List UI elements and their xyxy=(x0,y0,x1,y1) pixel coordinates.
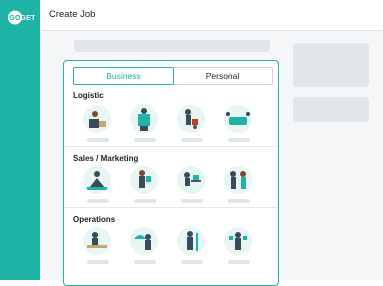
cleaner-icon xyxy=(187,231,198,251)
job-label-placeholder xyxy=(228,199,250,203)
section-title-logistic: Logistic xyxy=(73,91,104,100)
placeholder-panel-top xyxy=(293,43,369,87)
job-label-placeholder xyxy=(87,199,109,203)
job-option-flyer[interactable] xyxy=(130,166,160,206)
sidebar: GO GET xyxy=(0,0,40,280)
top-bar: Create Job xyxy=(40,0,383,31)
flyer-distributor-icon xyxy=(139,170,151,188)
sofa-movers-icon xyxy=(226,112,250,125)
section-title-sales: Sales / Marketing xyxy=(73,154,139,163)
job-option-waiter[interactable] xyxy=(224,227,254,267)
gogét-logo-icon: GO GET xyxy=(8,10,35,25)
job-option-umbrella[interactable] xyxy=(130,227,160,267)
svg-text:GET: GET xyxy=(20,15,35,22)
section-divider xyxy=(64,146,278,147)
job-label-placeholder xyxy=(134,199,156,203)
meditating-promoter-icon xyxy=(87,171,107,190)
job-option-promoter[interactable] xyxy=(83,166,113,206)
job-option-cleaner[interactable] xyxy=(177,227,207,267)
job-option-reception[interactable] xyxy=(83,227,113,267)
job-label-placeholder xyxy=(181,199,203,203)
waiter-icon xyxy=(229,232,247,250)
section-divider xyxy=(64,207,278,208)
svg-text:GO: GO xyxy=(9,15,21,22)
job-option-hand-truck[interactable] xyxy=(177,105,207,145)
job-label-placeholder xyxy=(87,138,109,142)
box-carrier-icon xyxy=(138,108,150,131)
tab-business[interactable]: Business xyxy=(73,67,174,85)
job-option-sales-duo[interactable] xyxy=(224,166,254,206)
tab-personal[interactable]: Personal xyxy=(173,68,272,84)
hand-truck-icon xyxy=(185,109,198,129)
app-logo[interactable]: GO GET xyxy=(7,9,35,26)
placeholder-bar xyxy=(74,40,270,52)
job-label-placeholder xyxy=(228,260,250,264)
warehouse-worker-icon xyxy=(89,111,106,128)
placeholder-panel-bottom xyxy=(293,97,369,122)
job-label-placeholder xyxy=(134,260,156,264)
job-type-card: Business Personal Logistic Sales / Marke… xyxy=(63,60,279,286)
section-title-operations: Operations xyxy=(73,215,116,224)
job-option-box-carrier[interactable] xyxy=(130,105,160,145)
job-label-placeholder xyxy=(181,260,203,264)
job-option-desk-worker[interactable] xyxy=(177,166,207,206)
job-label-placeholder xyxy=(181,138,203,142)
job-label-placeholder xyxy=(228,138,250,142)
sales-duo-icon xyxy=(230,171,246,189)
job-option-warehouse[interactable] xyxy=(83,105,113,145)
reception-worker-icon xyxy=(87,232,107,248)
umbrella-attendant-icon xyxy=(134,234,151,250)
job-option-sofa-movers[interactable] xyxy=(224,105,254,145)
job-label-placeholder xyxy=(134,138,156,142)
job-label-placeholder xyxy=(87,260,109,264)
job-category-tabs: Business Personal xyxy=(73,67,273,85)
desk-worker-icon xyxy=(184,172,201,186)
page-title: Create Job xyxy=(49,9,96,20)
